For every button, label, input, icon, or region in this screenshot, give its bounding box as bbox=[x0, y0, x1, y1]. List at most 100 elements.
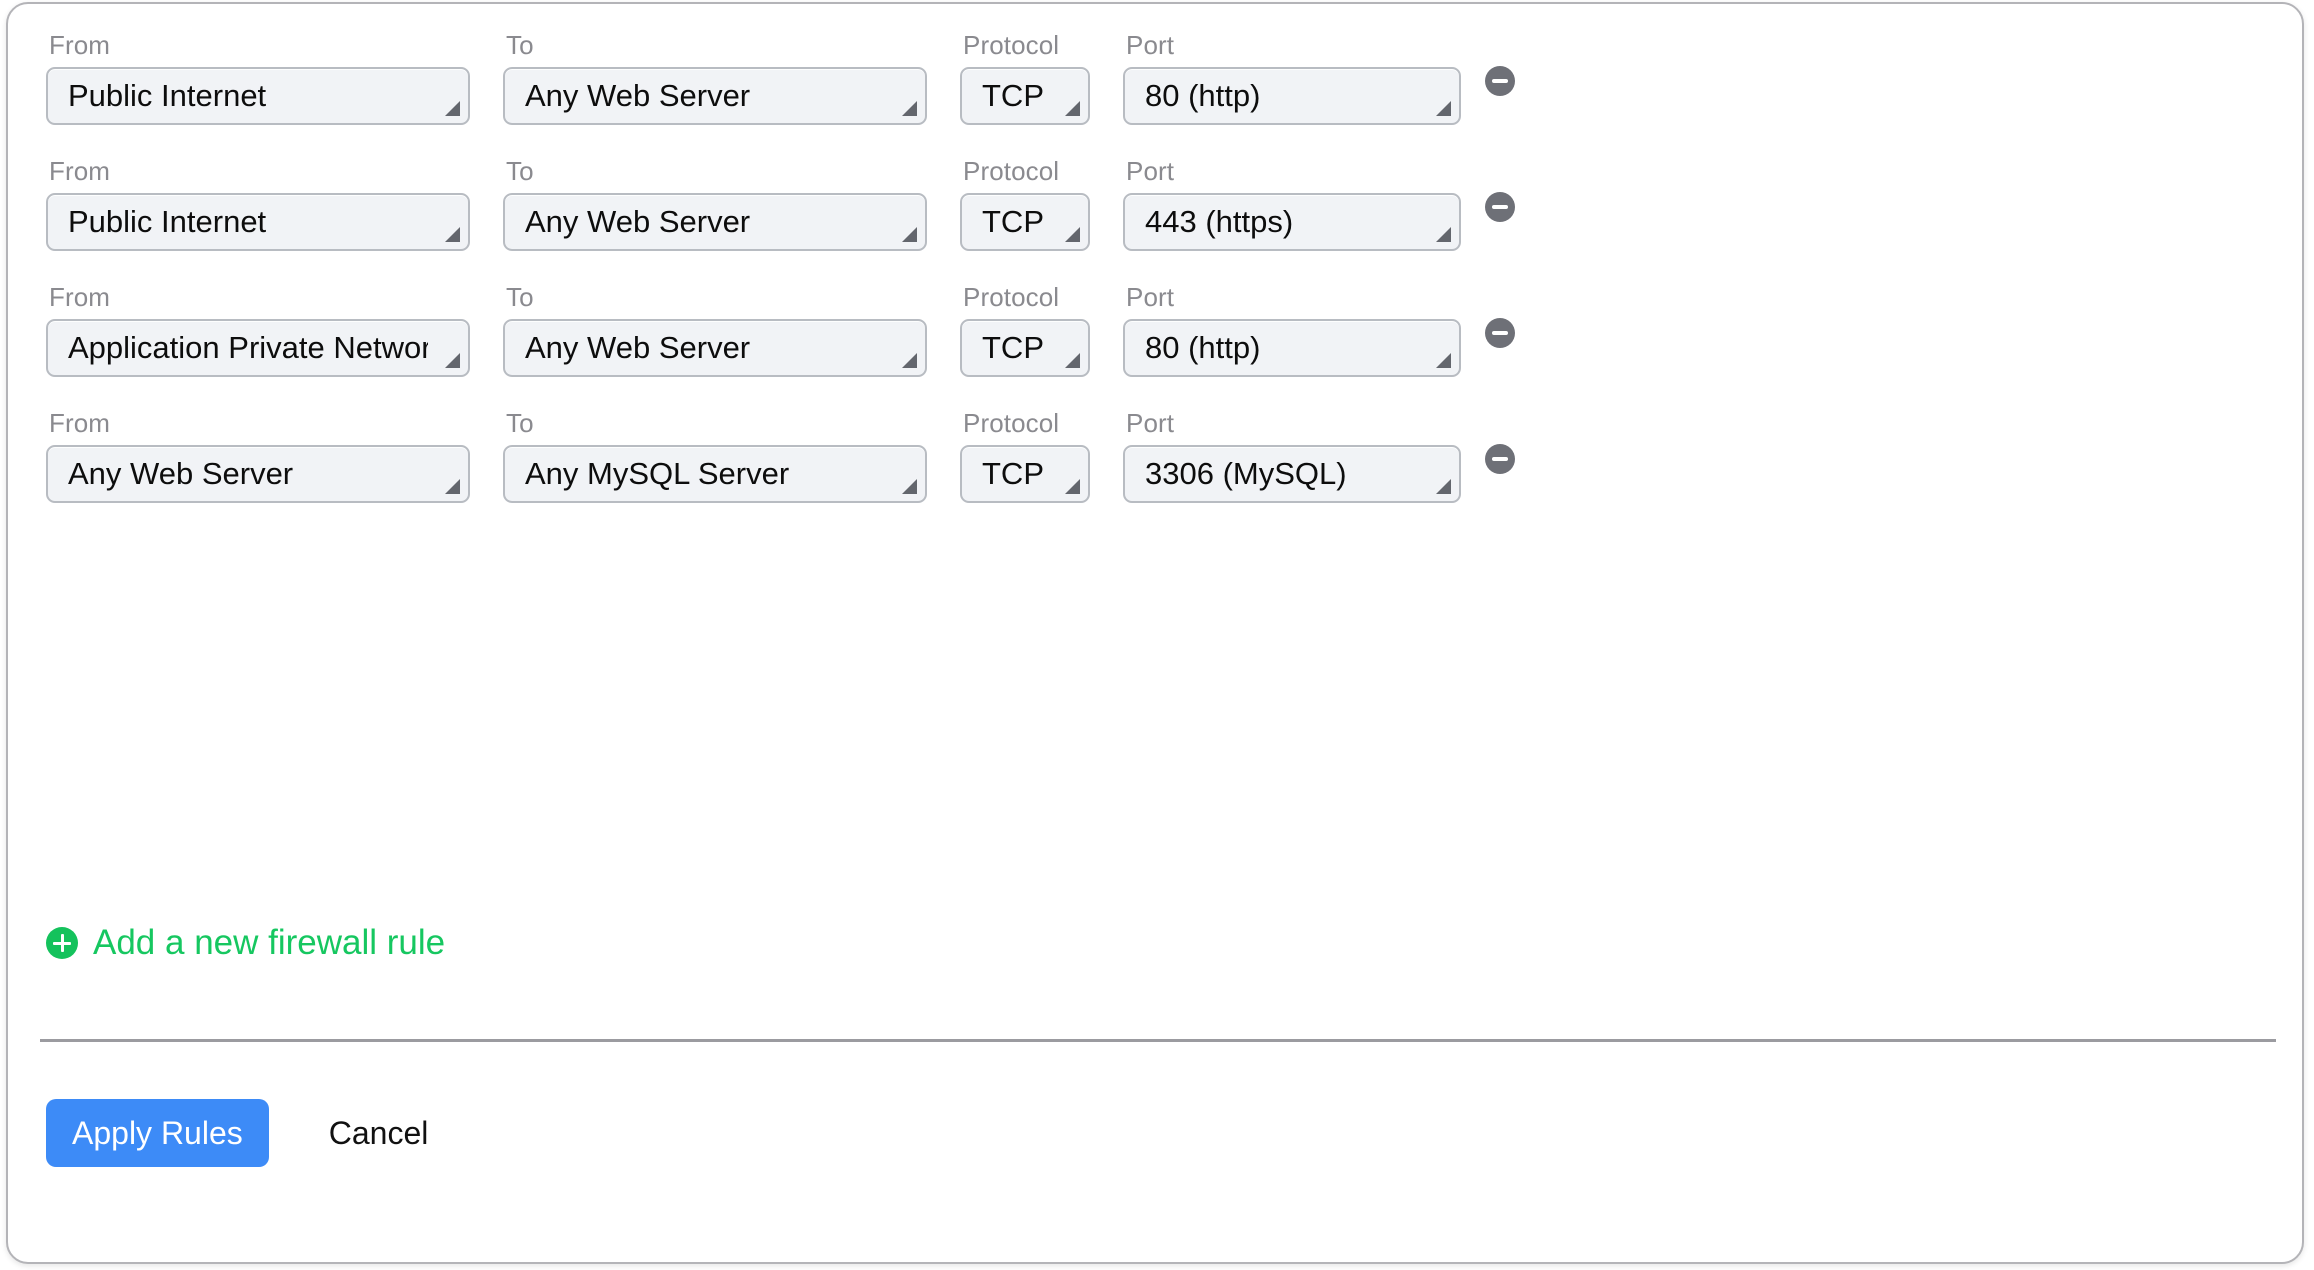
to-select-value: Any Web Server bbox=[525, 331, 751, 365]
rule-port-label: Port bbox=[1126, 408, 1175, 438]
rule-protocol-label: Protocol bbox=[963, 408, 1060, 438]
protocol-select-value: TCP bbox=[982, 331, 1044, 365]
dropdown-arrow-icon bbox=[902, 353, 917, 368]
to-select[interactable]: Any MySQL Server bbox=[503, 445, 927, 503]
rule-from-field: From Any Web Server bbox=[46, 408, 470, 503]
from-select-value: Any Web Server bbox=[68, 457, 294, 491]
minus-bar bbox=[1492, 331, 1508, 335]
port-select[interactable]: 80 (http) bbox=[1123, 67, 1461, 125]
dropdown-arrow-icon bbox=[1436, 227, 1451, 242]
rule-to-label: To bbox=[506, 30, 534, 60]
from-select[interactable]: Any Web Server bbox=[46, 445, 470, 503]
to-select[interactable]: Any Web Server bbox=[503, 319, 927, 377]
footer-divider bbox=[40, 1039, 2276, 1042]
plus-circle-icon bbox=[46, 927, 78, 959]
rule-to-label: To bbox=[506, 282, 534, 312]
rule-protocol-field: Protocol TCP bbox=[960, 30, 1090, 125]
dropdown-arrow-icon bbox=[445, 353, 460, 368]
rule-to-field: To Any MySQL Server bbox=[503, 408, 927, 503]
rule-port-field: Port 443 (https) bbox=[1123, 156, 1461, 251]
firewall-rules-panel: From Public Internet To Any Web Server P… bbox=[6, 2, 2304, 1264]
protocol-select-value: TCP bbox=[982, 457, 1044, 491]
to-select-value: Any MySQL Server bbox=[525, 457, 790, 491]
rule-port-label: Port bbox=[1126, 30, 1175, 60]
rule-to-field: To Any Web Server bbox=[503, 156, 927, 251]
dropdown-arrow-icon bbox=[902, 227, 917, 242]
rule-from-field: From Public Internet bbox=[46, 30, 470, 125]
port-select[interactable]: 443 (https) bbox=[1123, 193, 1461, 251]
rule-port-field: Port 3306 (MySQL) bbox=[1123, 408, 1461, 503]
dropdown-arrow-icon bbox=[1065, 101, 1080, 116]
rule-from-label: From bbox=[49, 30, 111, 60]
to-select-value: Any Web Server bbox=[525, 79, 751, 113]
from-select[interactable]: Application Private Network bbox=[46, 319, 470, 377]
rule-port-field: Port 80 (http) bbox=[1123, 282, 1461, 377]
rule-from-label: From bbox=[49, 282, 111, 312]
port-select-value: 443 (https) bbox=[1145, 205, 1294, 239]
firewall-rules-list: From Public Internet To Any Web Server P… bbox=[8, 4, 2302, 508]
rule-to-field: To Any Web Server bbox=[503, 30, 927, 125]
rule-protocol-label: Protocol bbox=[963, 156, 1060, 186]
rule-port-field: Port 80 (http) bbox=[1123, 30, 1461, 125]
port-select-value: 80 (http) bbox=[1145, 79, 1261, 113]
cancel-button[interactable]: Cancel bbox=[321, 1099, 437, 1167]
protocol-select[interactable]: TCP bbox=[960, 445, 1090, 503]
rule-from-field: From Application Private Network bbox=[46, 282, 470, 377]
apply-rules-button[interactable]: Apply Rules bbox=[46, 1099, 269, 1167]
table-row: From Public Internet To Any Web Server P… bbox=[8, 4, 2302, 130]
to-select[interactable]: Any Web Server bbox=[503, 193, 927, 251]
table-row: From Any Web Server To Any MySQL Server … bbox=[8, 382, 2302, 508]
footer-actions: Apply Rules Cancel bbox=[46, 1099, 436, 1167]
minus-circle-icon[interactable] bbox=[1485, 444, 1515, 474]
from-select[interactable]: Public Internet bbox=[46, 193, 470, 251]
from-select-value: Application Private Network bbox=[68, 331, 428, 365]
add-firewall-rule-link[interactable]: Add a new firewall rule bbox=[46, 924, 445, 962]
protocol-select[interactable]: TCP bbox=[960, 193, 1090, 251]
port-select-value: 80 (http) bbox=[1145, 331, 1261, 365]
add-firewall-rule-label: Add a new firewall rule bbox=[93, 923, 446, 962]
minus-bar bbox=[1492, 79, 1508, 83]
dropdown-arrow-icon bbox=[1436, 479, 1451, 494]
table-row: From Public Internet To Any Web Server P… bbox=[8, 130, 2302, 256]
dropdown-arrow-icon bbox=[1065, 353, 1080, 368]
from-select-value: Public Internet bbox=[68, 205, 267, 239]
rule-from-label: From bbox=[49, 408, 111, 438]
rule-to-label: To bbox=[506, 408, 534, 438]
port-select[interactable]: 80 (http) bbox=[1123, 319, 1461, 377]
dropdown-arrow-icon bbox=[1436, 101, 1451, 116]
port-select-value: 3306 (MySQL) bbox=[1145, 457, 1347, 491]
minus-bar bbox=[1492, 205, 1508, 209]
rule-protocol-field: Protocol TCP bbox=[960, 282, 1090, 377]
minus-circle-icon[interactable] bbox=[1485, 192, 1515, 222]
protocol-select-value: TCP bbox=[982, 79, 1044, 113]
protocol-select[interactable]: TCP bbox=[960, 67, 1090, 125]
dropdown-arrow-icon bbox=[1436, 353, 1451, 368]
rule-from-label: From bbox=[49, 156, 111, 186]
rule-from-field: From Public Internet bbox=[46, 156, 470, 251]
from-select[interactable]: Public Internet bbox=[46, 67, 470, 125]
rule-protocol-field: Protocol TCP bbox=[960, 408, 1090, 503]
to-select[interactable]: Any Web Server bbox=[503, 67, 927, 125]
dropdown-arrow-icon bbox=[445, 479, 460, 494]
minus-circle-icon[interactable] bbox=[1485, 318, 1515, 348]
port-select[interactable]: 3306 (MySQL) bbox=[1123, 445, 1461, 503]
dropdown-arrow-icon bbox=[1065, 227, 1080, 242]
dropdown-arrow-icon bbox=[902, 479, 917, 494]
rule-to-field: To Any Web Server bbox=[503, 282, 927, 377]
protocol-select-value: TCP bbox=[982, 205, 1044, 239]
rule-port-label: Port bbox=[1126, 282, 1175, 312]
dropdown-arrow-icon bbox=[1065, 479, 1080, 494]
rule-protocol-label: Protocol bbox=[963, 282, 1060, 312]
from-select-value: Public Internet bbox=[68, 79, 267, 113]
minus-circle-icon[interactable] bbox=[1485, 66, 1515, 96]
rule-port-label: Port bbox=[1126, 156, 1175, 186]
table-row: From Application Private Network To Any … bbox=[8, 256, 2302, 382]
rule-protocol-label: Protocol bbox=[963, 30, 1060, 60]
rule-protocol-field: Protocol TCP bbox=[960, 156, 1090, 251]
dropdown-arrow-icon bbox=[445, 227, 460, 242]
to-select-value: Any Web Server bbox=[525, 205, 751, 239]
dropdown-arrow-icon bbox=[445, 101, 460, 116]
minus-bar bbox=[1492, 457, 1508, 461]
protocol-select[interactable]: TCP bbox=[960, 319, 1090, 377]
dropdown-arrow-icon bbox=[902, 101, 917, 116]
